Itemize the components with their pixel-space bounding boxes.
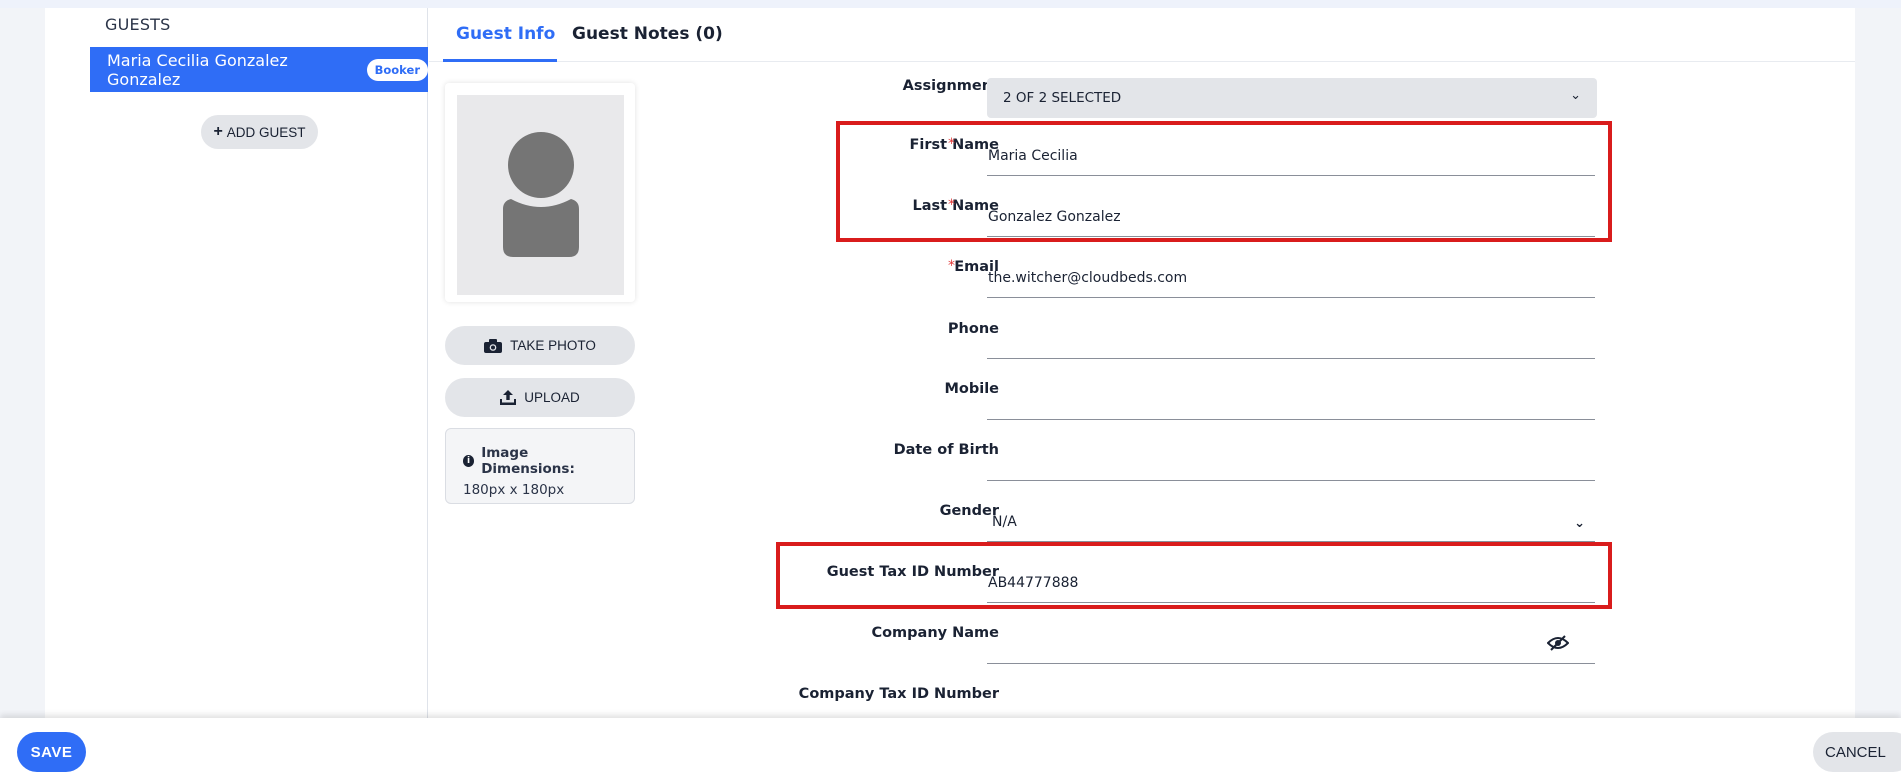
camera-icon <box>484 338 503 353</box>
take-photo-label: TAKE PHOTO <box>510 338 596 353</box>
gender-value: N/A <box>992 514 1017 530</box>
bottom-action-bar: SAVE CANCEL <box>0 718 1901 772</box>
cancel-button[interactable]: CANCEL <box>1813 732 1901 772</box>
tab-guest-info[interactable]: Guest Info <box>456 24 555 44</box>
person-icon <box>503 132 579 257</box>
save-button[interactable]: SAVE <box>17 732 86 772</box>
upload-icon <box>500 390 517 405</box>
email-field[interactable]: the.witcher@cloudbeds.com <box>987 256 1595 298</box>
guests-sidebar: GUESTS Maria Cecilia Gonzalez Gonzalez B… <box>45 8 428 718</box>
add-guest-label: ADD GUEST <box>226 124 306 140</box>
highlight-box-tax-id <box>776 542 1612 609</box>
date-of-birth-label: Date of Birth <box>893 442 999 458</box>
eye-slash-icon[interactable] <box>1547 635 1569 651</box>
add-guest-button[interactable]: + ADD GUEST <box>201 115 318 149</box>
email-required-marker: * <box>948 258 955 274</box>
plus-icon: + <box>213 123 223 140</box>
assignment-label: Assignment <box>902 78 999 94</box>
image-dimensions-value: 180px x 180px <box>463 482 565 498</box>
assignment-select[interactable]: 2 OF 2 SELECTED ⌄ <box>987 78 1597 118</box>
guest-name: Maria Cecilia Gonzalez Gonzalez <box>107 50 288 89</box>
date-of-birth-field[interactable] <box>987 439 1595 481</box>
guests-heading: GUESTS <box>105 15 171 34</box>
assignment-value: 2 OF 2 SELECTED <box>1003 90 1122 106</box>
mobile-field[interactable] <box>987 378 1595 420</box>
booker-badge: Booker <box>366 58 428 81</box>
phone-field[interactable] <box>987 317 1595 359</box>
field-labels: Assignment First Name Last Name Email Ph… <box>605 8 999 718</box>
gender-select[interactable]: N/A ⌄ <box>987 500 1595 542</box>
upload-label: UPLOAD <box>524 390 580 405</box>
company-tax-id-label: Company Tax ID Number <box>798 686 999 702</box>
chevron-down-icon: ⌄ <box>1574 516 1585 531</box>
guest-panel: GUESTS Maria Cecilia Gonzalez Gonzalez B… <box>45 8 1855 718</box>
info-icon: i <box>463 455 475 467</box>
guest-list-item[interactable]: Maria Cecilia Gonzalez Gonzalez Booker <box>90 47 428 92</box>
highlight-box-name-fields <box>836 121 1612 242</box>
image-dimensions-title: Image Dimensions: <box>481 445 575 477</box>
company-name-field[interactable] <box>987 622 1595 664</box>
chevron-down-icon: ⌄ <box>1570 88 1581 103</box>
active-tab-underline <box>443 59 557 62</box>
email-value: the.witcher@cloudbeds.com <box>988 270 1188 286</box>
avatar-placeholder <box>457 95 624 295</box>
company-name-label: Company Name <box>871 625 999 641</box>
top-strip <box>0 0 1901 8</box>
